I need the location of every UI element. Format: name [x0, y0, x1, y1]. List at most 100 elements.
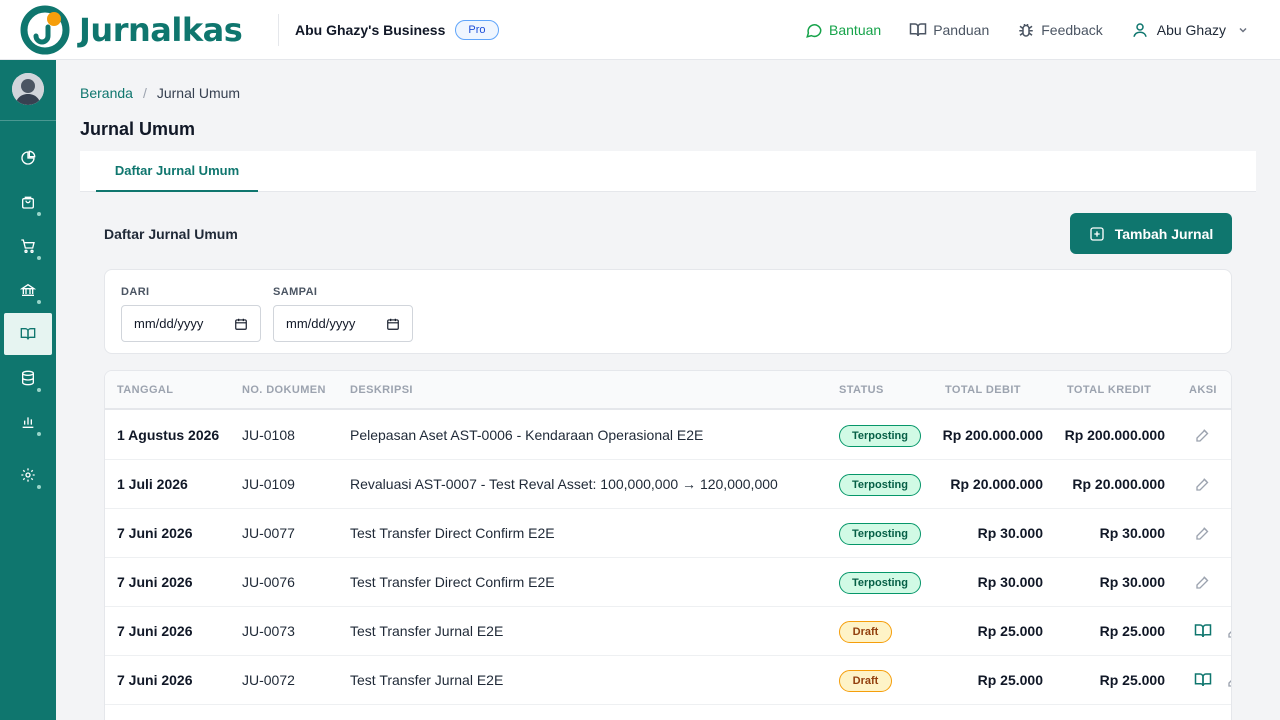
bank-icon [20, 283, 36, 296]
row-total-credit: Rp 25.000 [1099, 623, 1165, 639]
avatar-image [12, 73, 44, 105]
col-debit[interactable]: TOTAL DEBIT [945, 384, 1021, 396]
col-action: AKSI [1189, 384, 1217, 396]
row-total-debit: Rp 30.000 [977, 574, 1043, 590]
row-description: Test Transfer Direct Confirm E2E [350, 525, 555, 541]
avatar[interactable] [12, 73, 44, 105]
to-date-value: mm/dd/yyyy [286, 316, 356, 331]
row-doc-number[interactable]: JU-0076 [242, 574, 295, 590]
col-status[interactable]: STATUS [839, 384, 884, 396]
row-total-debit: Rp 25.000 [977, 623, 1043, 639]
guide-link[interactable]: Panduan [909, 21, 989, 39]
help-link[interactable]: Bantuan [805, 21, 881, 39]
page-title: Jurnal Umum [80, 119, 196, 139]
row-total-debit: Rp 25.000 [977, 672, 1043, 688]
table-row[interactable]: 1 Agustus 2026 JU-0108 Pelepasan Aset AST-… [105, 411, 1231, 460]
row-doc-number[interactable]: JU-0077 [242, 525, 295, 541]
sidebar-item-purchases[interactable] [0, 225, 56, 267]
breadcrumb-separator: / [142, 85, 147, 101]
tab-journal-list[interactable]: Daftar Jurnal Umum [96, 151, 258, 192]
row-description: Test Transfer Direct Confirm E2E [350, 574, 555, 590]
sidebar-item-sales[interactable] [0, 181, 56, 223]
row-description: Revaluasi AST-0007 - Test Reval Asset: 1… [350, 476, 778, 492]
dashboard-icon [21, 150, 36, 165]
row-description: Pelepasan Aset AST-0006 - Kendaraan Oper… [350, 427, 704, 443]
plus-square-icon [1090, 226, 1104, 241]
col-desc[interactable]: DESKRIPSI [350, 384, 413, 396]
breadcrumb-current: Jurnal Umum [156, 85, 241, 101]
edit-button[interactable] [1226, 622, 1231, 640]
sidebar-item-database[interactable] [0, 357, 56, 399]
table-row[interactable]: 7 Juni 2026 JU-0077 Test Transfer Direct C… [105, 509, 1231, 558]
post-journal-icon [1194, 673, 1212, 687]
guide-label: Panduan [933, 22, 990, 38]
content-panel: Daftar Jurnal Umum Tambah Jurnal DARI mm… [80, 192, 1256, 720]
edit-icon [1228, 680, 1231, 687]
submenu-dot [37, 212, 41, 216]
book-icon [20, 328, 36, 340]
row-date: 7 Juni 2026 [117, 623, 193, 639]
table-row[interactable]: 1 Juli 2026 JU-0109 Revaluasi AST-0007 - T… [105, 460, 1231, 509]
tab-bar: Daftar Jurnal Umum [80, 151, 1256, 192]
from-date-value: mm/dd/yyyy [134, 316, 204, 331]
add-journal-button[interactable]: Tambah Jurnal [1070, 213, 1232, 254]
from-date-input[interactable]: mm/dd/yyyy [121, 305, 261, 342]
to-date-input[interactable]: mm/dd/yyyy [273, 305, 413, 342]
edit-button[interactable] [1226, 671, 1231, 689]
sidebar-item-bank[interactable] [0, 269, 56, 311]
row-doc-number[interactable]: JU-0073 [242, 623, 295, 639]
row-total-credit: Rp 30.000 [1099, 574, 1165, 590]
plan-badge: Pro [455, 19, 499, 40]
chat-icon [806, 24, 822, 38]
edit-button[interactable] [1194, 573, 1212, 591]
row-doc-number[interactable]: JU-0109 [242, 476, 295, 492]
app-logo[interactable]: Jurnalkas [20, 5, 260, 55]
post-button[interactable] [1194, 622, 1212, 640]
row-total-credit: Rp 200.000.000 [1064, 427, 1165, 443]
table-row[interactable]: 7 Juni 2026 JU-0076 Test Transfer Direct C… [105, 558, 1231, 607]
table-row[interactable]: 7 Juni 2026 JU-0073 Test Transfer Jurnal E… [105, 607, 1231, 656]
edit-icon [1228, 631, 1231, 638]
submenu-dot [37, 485, 41, 489]
status-badge: Draft [839, 621, 892, 643]
feedback-link[interactable]: Feedback [1017, 21, 1103, 39]
database-icon [22, 370, 34, 386]
col-doc[interactable]: NO. DOKUMEN [242, 384, 326, 396]
row-total-debit: Rp 200.000.000 [942, 427, 1043, 443]
table-row[interactable]: 7 Juni 2026 JU-0072 Test Transfer Jurnal E… [105, 656, 1231, 705]
edit-icon [1196, 576, 1209, 589]
row-date: 7 Juni 2026 [117, 574, 193, 590]
business-name[interactable]: Abu Ghazy's Business [295, 22, 445, 38]
sidebar-item-dashboard[interactable] [0, 137, 56, 179]
row-doc-number[interactable]: JU-0108 [242, 427, 295, 443]
col-date[interactable]: TANGGAL [117, 384, 173, 396]
user-name: Abu Ghazy [1156, 22, 1226, 38]
breadcrumb-home[interactable]: Beranda [80, 85, 133, 101]
edit-button[interactable] [1194, 426, 1212, 444]
edit-button[interactable] [1194, 475, 1212, 493]
chevron-down-icon [1239, 27, 1247, 33]
post-journal-icon [1194, 624, 1212, 638]
status-badge: Draft [839, 670, 892, 692]
edit-icon [1196, 429, 1209, 442]
section-title: Daftar Jurnal Umum [104, 226, 238, 242]
status-badge: Terposting [839, 523, 921, 545]
filter-card: DARI mm/dd/yyyy SAMPAI mm/dd/yyyy [104, 269, 1232, 354]
col-credit[interactable]: TOTAL KREDIT [1067, 384, 1151, 396]
row-total-debit: Rp 20.000.000 [950, 476, 1043, 492]
sidebar-item-settings[interactable] [0, 454, 56, 496]
user-menu[interactable]: Abu Ghazy [1131, 21, 1248, 39]
bug-icon [1019, 24, 1033, 37]
row-date: 1 Agustus 2026 [117, 427, 220, 443]
sidebar-item-reports[interactable] [0, 401, 56, 443]
status-badge: Terposting [839, 572, 921, 594]
bag-icon [22, 196, 34, 209]
row-date: 1 Juli 2026 [117, 476, 188, 492]
settings-icon [21, 468, 35, 482]
cart-icon [21, 239, 35, 253]
sidebar-item-journal[interactable] [4, 313, 52, 355]
row-doc-number[interactable]: JU-0072 [242, 672, 295, 688]
edit-button[interactable] [1194, 524, 1212, 542]
post-button[interactable] [1194, 671, 1212, 689]
table-header: TANGGAL NO. DOKUMEN DESKRIPSI STATUS TOT… [105, 371, 1231, 410]
